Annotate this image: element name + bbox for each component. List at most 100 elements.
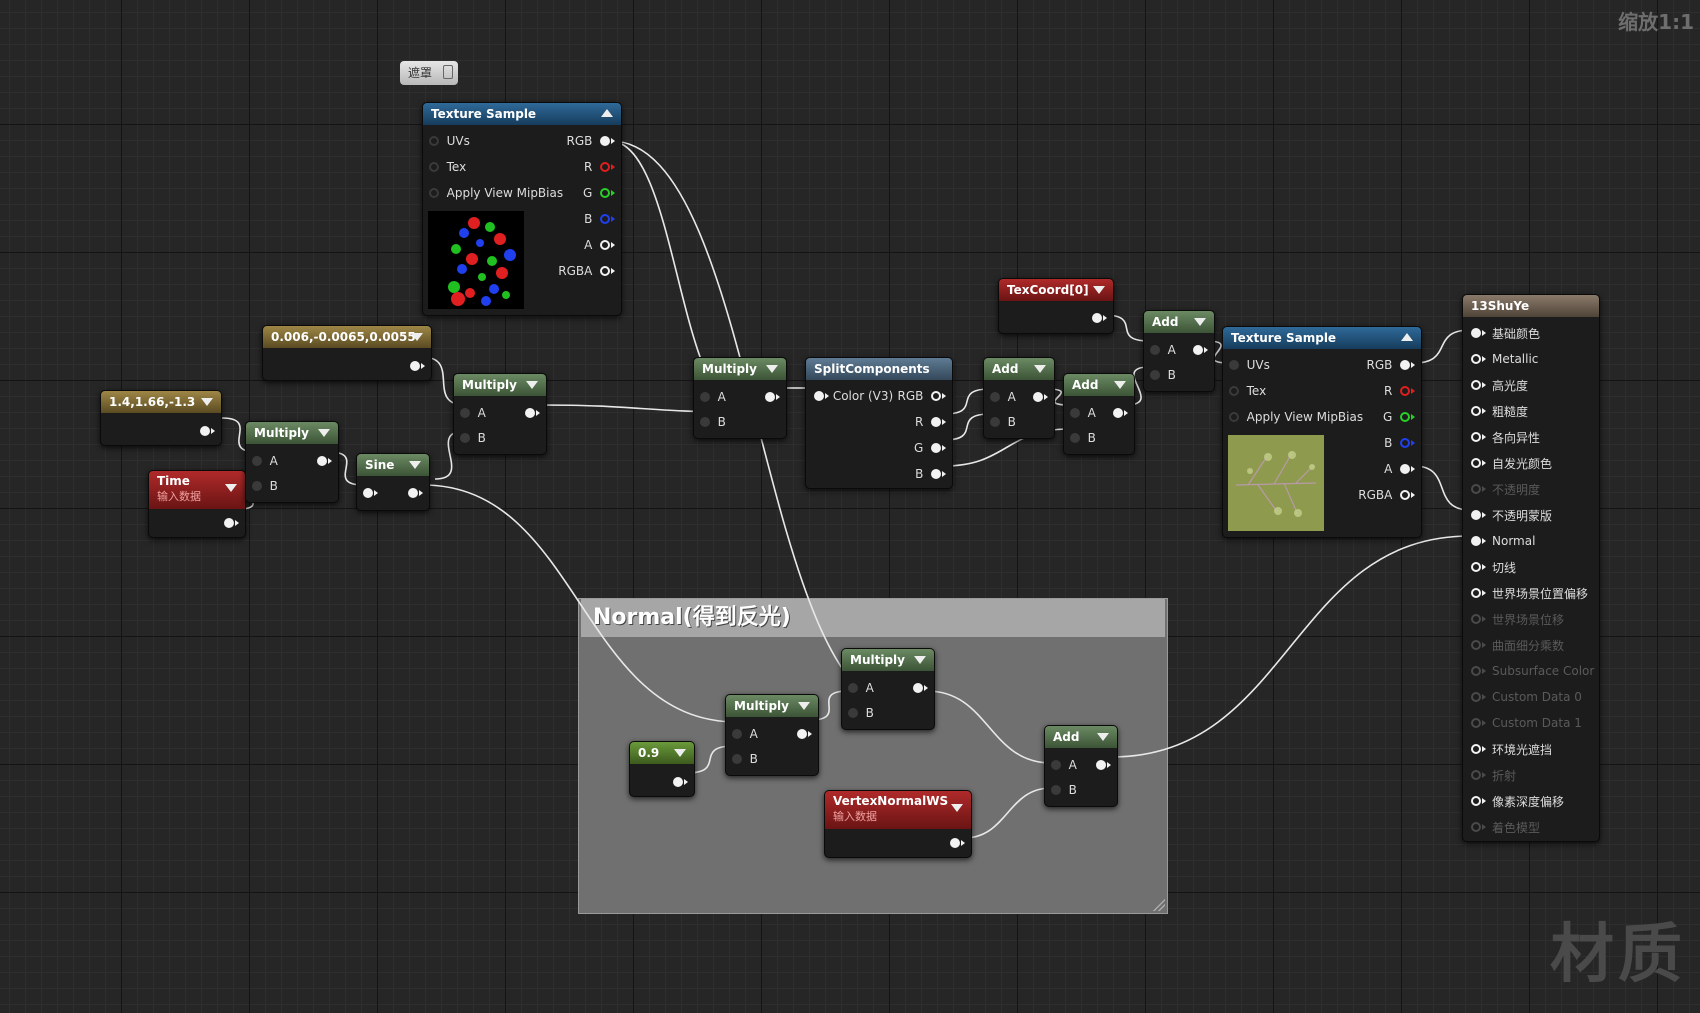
node-header[interactable]: Texture Sample — [1223, 327, 1421, 349]
output-pin[interactable] — [317, 456, 327, 466]
node-header[interactable]: Sine — [357, 454, 429, 476]
input-pin-a[interactable] — [990, 392, 1000, 402]
node-header[interactable]: Add — [1045, 726, 1117, 748]
input-pin[interactable] — [1471, 536, 1481, 546]
input-pin-tex[interactable] — [1229, 386, 1239, 396]
output-pin[interactable] — [200, 426, 210, 436]
output-pin-g[interactable] — [931, 443, 941, 453]
comment-resize-handle[interactable] — [1153, 899, 1165, 911]
output-pin[interactable] — [797, 729, 807, 739]
input-pin[interactable] — [1471, 432, 1481, 442]
output-pin[interactable] — [410, 361, 420, 371]
input-pin[interactable] — [1471, 744, 1481, 754]
node-header[interactable]: Multiply — [694, 358, 786, 380]
multiply-node-mask-wind[interactable]: Multiply A B — [693, 357, 787, 439]
input-pin[interactable] — [363, 488, 373, 498]
node-header[interactable]: 0.9 — [630, 742, 694, 764]
add-node-rgb[interactable]: Add A B — [1063, 373, 1135, 455]
input-pin-a[interactable] — [732, 729, 742, 739]
constant-node-0-9[interactable]: 0.9 — [629, 741, 695, 797]
input-pin-b[interactable] — [990, 417, 1000, 427]
node-header[interactable]: Add — [1064, 374, 1134, 396]
output-pin[interactable] — [913, 683, 923, 693]
sine-node[interactable]: Sine — [356, 453, 430, 511]
result-pin-row[interactable]: 像素深度偏移 — [1471, 793, 1564, 809]
collapse-arrow-icon[interactable] — [318, 429, 330, 437]
output-pin-r[interactable] — [600, 162, 610, 172]
input-pin-b[interactable] — [1051, 785, 1061, 795]
multiply-node-sine-scale[interactable]: Multiply A B — [725, 694, 819, 776]
output-pin[interactable] — [673, 777, 683, 787]
node-header[interactable]: 0.006,-0.0065,0.0055 — [263, 326, 431, 348]
output-pin-a[interactable] — [1400, 464, 1410, 474]
output-pin-rgb[interactable] — [600, 136, 610, 146]
input-pin-a[interactable] — [1051, 760, 1061, 770]
texture-sample-node-leaf[interactable]: Texture Sample UVs Tex Apply View MipBia… — [1222, 326, 1422, 538]
node-header[interactable]: Multiply — [454, 374, 546, 396]
collapse-arrow-icon[interactable] — [409, 461, 421, 469]
mask-tag[interactable]: 遮罩 — [400, 61, 459, 85]
output-pin[interactable] — [408, 488, 418, 498]
collapse-arrow-icon[interactable] — [1093, 286, 1105, 294]
texcoord-node[interactable]: TexCoord[0] — [998, 278, 1114, 334]
result-pin-row[interactable]: 自发光颜色 — [1471, 455, 1552, 471]
add-node-normal[interactable]: Add A B — [1044, 725, 1118, 807]
time-node[interactable]: Time 输入数据 — [148, 470, 246, 538]
collapse-arrow-icon[interactable] — [526, 381, 538, 389]
output-pin-rgb[interactable] — [931, 391, 941, 401]
output-pin-rgba[interactable] — [600, 266, 610, 276]
collapse-arrow-icon[interactable] — [1401, 333, 1413, 341]
result-pin-row[interactable]: Normal — [1471, 533, 1535, 549]
input-pin[interactable] — [1471, 458, 1481, 468]
output-pin-r[interactable] — [1400, 386, 1410, 396]
output-pin[interactable] — [224, 518, 234, 528]
output-pin-g[interactable] — [1400, 412, 1410, 422]
result-pin-row[interactable]: 粗糙度 — [1471, 403, 1528, 419]
result-pin-row[interactable]: 世界场景位置偏移 — [1471, 585, 1588, 601]
vertex-normal-ws-node[interactable]: VertexNormalWS 输入数据 — [824, 790, 972, 858]
input-pin-b[interactable] — [252, 481, 262, 491]
input-pin[interactable] — [1471, 510, 1481, 520]
node-header[interactable]: Multiply — [726, 695, 818, 717]
collapse-arrow-icon[interactable] — [225, 484, 237, 492]
constant3vector-node-offset[interactable]: 0.006,-0.0065,0.0055 — [262, 325, 432, 381]
node-header[interactable]: Texture Sample — [423, 103, 621, 125]
input-pin-uvs[interactable] — [1229, 360, 1239, 370]
collapse-arrow-icon[interactable] — [411, 333, 423, 341]
output-pin-g[interactable] — [600, 188, 610, 198]
output-pin[interactable] — [1033, 392, 1043, 402]
input-pin-a[interactable] — [252, 456, 262, 466]
input-pin[interactable] — [1471, 406, 1481, 416]
collapse-arrow-icon[interactable] — [914, 656, 926, 664]
input-pin[interactable] — [1471, 328, 1481, 338]
result-pin-row[interactable]: 各向异性 — [1471, 429, 1540, 445]
collapse-arrow-icon[interactable] — [674, 749, 686, 757]
collapse-arrow-icon[interactable] — [798, 702, 810, 710]
node-header[interactable]: Add — [984, 358, 1054, 380]
result-pin-row[interactable]: 环境光遮挡 — [1471, 741, 1552, 757]
output-pin[interactable] — [1193, 345, 1203, 355]
multiply-node-mask-scale[interactable]: Multiply A B — [841, 648, 935, 730]
input-pin-color[interactable] — [814, 391, 824, 401]
collapse-arrow-icon[interactable] — [1034, 365, 1046, 373]
output-pin-b[interactable] — [600, 214, 610, 224]
result-pin-row[interactable]: 不透明蒙版 — [1471, 507, 1552, 523]
result-pin-row[interactable]: 切线 — [1471, 559, 1516, 575]
input-pin-uvs[interactable] — [429, 136, 439, 146]
output-pin[interactable] — [525, 408, 535, 418]
input-pin-a[interactable] — [848, 683, 858, 693]
split-components-node[interactable]: SplitComponents Color (V3) RGB R G B — [805, 357, 953, 489]
node-header[interactable]: TexCoord[0] — [999, 279, 1113, 301]
comment-title[interactable]: Normal(得到反光) — [581, 599, 1165, 637]
input-pin[interactable] — [1471, 380, 1481, 390]
output-pin[interactable] — [1113, 408, 1123, 418]
output-pin-b[interactable] — [1400, 438, 1410, 448]
add-node-rg[interactable]: Add A B — [983, 357, 1055, 439]
input-pin-a[interactable] — [460, 408, 470, 418]
collapse-arrow-icon[interactable] — [1194, 318, 1206, 326]
collapse-arrow-icon[interactable] — [766, 365, 778, 373]
input-pin[interactable] — [1471, 354, 1481, 364]
result-pin-row[interactable]: 高光度 — [1471, 377, 1528, 393]
node-header[interactable]: Add — [1144, 311, 1214, 333]
input-pin[interactable] — [1471, 796, 1481, 806]
